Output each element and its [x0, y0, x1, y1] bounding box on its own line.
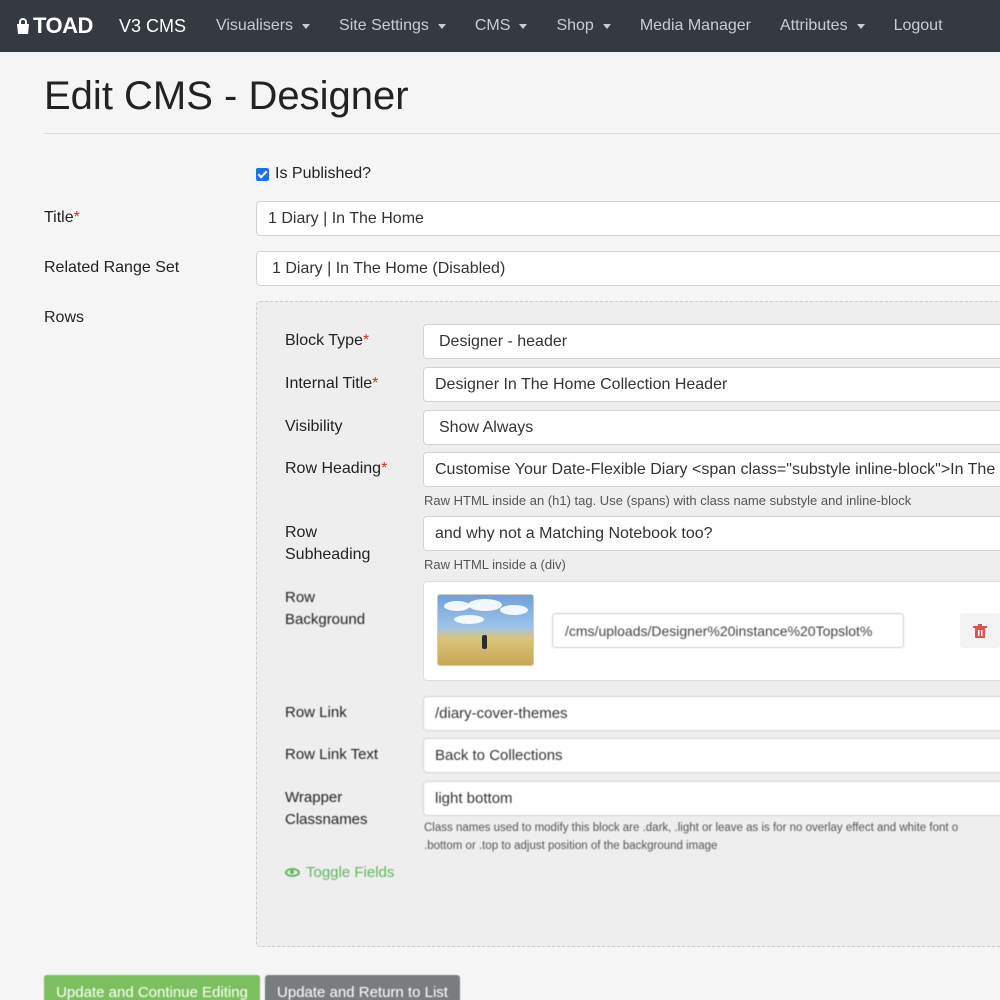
row-heading-input[interactable]: Customise Your Date-Flexible Diary <span…: [423, 452, 1000, 487]
caret-down-icon: [519, 24, 528, 29]
internal-title-label: Internal Title*: [285, 375, 378, 393]
caret-down-icon: [302, 24, 311, 29]
title-input[interactable]: 1 Diary | In The Home: [256, 201, 1000, 236]
visibility-select[interactable]: Show Always: [423, 410, 1000, 445]
row-link-label: Row Link: [285, 704, 347, 721]
required-marker: *: [372, 375, 379, 392]
title-label-text: Title: [44, 209, 74, 226]
page-title: Edit CMS - Designer: [44, 74, 409, 118]
eye-icon: [285, 868, 300, 877]
caret-down-icon: [856, 24, 865, 29]
block-type-label: Block Type*: [285, 332, 369, 350]
nav-item-shop[interactable]: Shop: [556, 17, 611, 35]
nav-item-attributes[interactable]: Attributes: [780, 17, 865, 35]
nav-menu: Visualisers Site Settings CMS Shop Media Man…: [216, 17, 972, 35]
rows-label: Rows: [44, 309, 85, 326]
nav-item-label: CMS: [474, 17, 511, 34]
wrapper-classnames-input[interactable]: light bottom: [423, 781, 1000, 816]
required-marker: *: [362, 332, 370, 349]
block-type-select[interactable]: Designer - header: [423, 324, 1000, 359]
is-published-checkbox[interactable]: [256, 167, 269, 181]
caret-down-icon: [437, 24, 446, 29]
row-subheading-label-line2: Subheading: [285, 546, 371, 563]
toad-logo[interactable]: TOAD: [14, 13, 93, 39]
delete-background-button[interactable]: [960, 613, 1000, 648]
wrapper-classnames-help-line2: .bottom or .top to adjust position of th…: [424, 840, 718, 852]
row-subheading-input[interactable]: and why not a Matching Notebook too?: [423, 516, 1000, 551]
row-subheading-help: Raw HTML inside a (div): [424, 557, 566, 572]
nav-item-site-settings[interactable]: Site Settings: [339, 17, 446, 35]
background-thumbnail[interactable]: [437, 594, 534, 666]
row-subheading-label-line1: Row: [285, 524, 318, 541]
row-heading-help: Raw HTML inside an (h1) tag. Use (spans)…: [424, 493, 912, 508]
block-type-label-text: Block Type: [285, 332, 363, 349]
nav-item-label: Visualisers: [215, 17, 294, 34]
nav-item-cms[interactable]: CMS: [475, 17, 528, 35]
nav-item-label: Logout: [893, 17, 943, 34]
is-published-label: Is Published?: [275, 165, 372, 182]
update-continue-button[interactable]: Update and Continue Editing: [44, 975, 260, 1000]
row-link-input[interactable]: /diary-cover-themes: [423, 696, 1000, 731]
required-marker: *: [73, 209, 80, 226]
top-navbar: TOAD V3 CMS Visualisers Site Settings CMS S…: [0, 0, 1000, 52]
nav-item-visualisers[interactable]: Visualisers: [215, 17, 311, 35]
background-path-input[interactable]: /cms/uploads/Designer%20instance%20Topsl…: [552, 613, 904, 648]
brand[interactable]: TOAD V3 CMS: [14, 13, 186, 39]
required-marker: *: [381, 460, 388, 477]
trash-icon: [973, 623, 987, 638]
range-set-label: Related Range Set: [44, 259, 180, 276]
row-background-label-line1: Row: [285, 589, 316, 606]
row-heading-label-text: Row Heading: [285, 460, 382, 477]
internal-title-input[interactable]: Designer In The Home Collection Header: [423, 367, 1000, 402]
toggle-fields-text: Toggle Fields: [306, 864, 395, 881]
caret-down-icon: [602, 24, 611, 29]
shopping-bag-icon: [17, 18, 29, 34]
visibility-label: Visibility: [285, 418, 343, 435]
row-link-text-label: Row Link Text: [285, 746, 379, 763]
title-label: Title*: [44, 209, 80, 227]
is-published-row: Is Published?: [256, 165, 371, 183]
toggle-fields-link[interactable]: Toggle Fields: [285, 864, 394, 881]
range-set-select[interactable]: 1 Diary | In The Home (Disabled): [256, 251, 1000, 286]
internal-title-label-text: Internal Title: [285, 375, 373, 392]
wrapper-classnames-help-line1: Class names used to modify this block ar…: [424, 822, 959, 834]
title-divider: [44, 133, 1000, 134]
row-background-label-line2: Background: [285, 611, 366, 628]
brand-name[interactable]: V3 CMS: [119, 16, 186, 37]
nav-item-media-manager[interactable]: Media Manager: [640, 17, 751, 35]
nav-item-label: Attributes: [779, 17, 848, 34]
nav-item-logout[interactable]: Logout: [894, 17, 943, 35]
nav-item-label: Site Settings: [339, 17, 429, 34]
nav-item-label: Media Manager: [639, 17, 751, 34]
row-heading-label: Row Heading*: [285, 460, 387, 478]
nav-item-label: Shop: [556, 17, 594, 34]
logo-text: TOAD: [33, 13, 93, 38]
row-link-text-input[interactable]: Back to Collections: [423, 738, 1000, 773]
wrapper-classnames-label-line1: Wrapper: [285, 789, 343, 806]
wrapper-classnames-label-line2: Classnames: [285, 811, 368, 828]
update-return-button[interactable]: Update and Return to List: [265, 975, 460, 1000]
